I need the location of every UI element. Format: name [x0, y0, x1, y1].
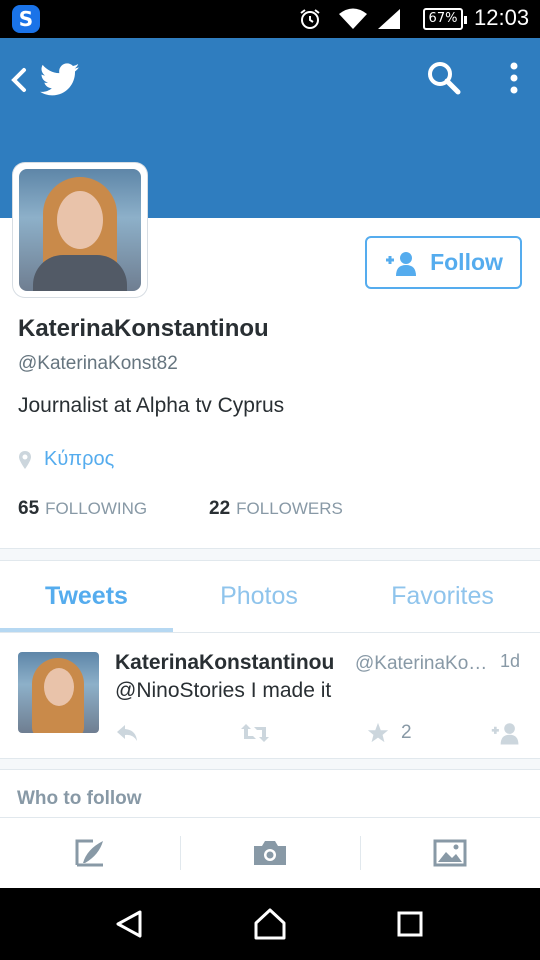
tweet-item[interactable]: KaterinaKonstantinou @KaterinaKonst82 1d… — [0, 634, 540, 759]
signal-icon — [378, 9, 400, 29]
wifi-icon — [339, 8, 367, 29]
reply-button[interactable] — [115, 720, 139, 746]
reply-icon — [117, 725, 137, 741]
retweet-button[interactable] — [240, 720, 270, 746]
more-options-button[interactable] — [498, 60, 530, 104]
tab-photos[interactable]: Photos — [173, 561, 345, 632]
system-nav-bar — [0, 888, 540, 960]
profile-avatar[interactable] — [13, 163, 147, 297]
square-recents-icon — [397, 911, 423, 937]
follow-author-button[interactable] — [490, 720, 522, 746]
following-label: FOLLOWING — [45, 499, 148, 518]
camera-icon — [254, 841, 286, 865]
retweet-icon — [241, 724, 269, 742]
back-button[interactable] — [8, 58, 88, 102]
gallery-button[interactable] — [360, 818, 540, 888]
add-user-icon — [491, 723, 519, 745]
tweet-timestamp: 1d — [500, 651, 521, 671]
nav-back-button[interactable] — [100, 894, 160, 954]
alarm-icon — [300, 9, 320, 29]
favorite-count: 2 — [401, 722, 412, 743]
status-clock: 12:03 — [474, 5, 530, 30]
followers-label: FOLLOWERS — [236, 499, 343, 518]
image-icon — [433, 839, 467, 867]
star-icon — [367, 722, 389, 743]
tab-favorites[interactable]: Favorites — [345, 561, 540, 632]
nav-recents-button[interactable] — [380, 894, 440, 954]
compose-tweet-button[interactable] — [0, 818, 180, 888]
twitter-bird-icon — [40, 63, 80, 96]
follow-button-label: Follow — [430, 249, 503, 275]
tweet-author-handle: @KaterinaKonst82 — [355, 653, 491, 674]
avatar — [19, 169, 141, 291]
triangle-back-icon — [116, 910, 142, 938]
followers-stat[interactable]: 22 FOLLOWERS — [209, 498, 343, 520]
profile-name: KaterinaKonstantinou — [18, 315, 269, 342]
who-to-follow-heading: Who to follow — [17, 788, 142, 809]
tweet-author-name: KaterinaKonstantinou — [115, 651, 335, 674]
location-label: Κύπρος — [44, 448, 115, 470]
location-pin-icon — [19, 450, 31, 469]
search-icon — [428, 62, 461, 95]
profile-handle: @KaterinaKonst82 — [18, 353, 178, 374]
tab-tweets[interactable]: Tweets — [0, 561, 173, 632]
section-divider — [0, 548, 540, 561]
app-notification-icon: S — [12, 5, 40, 33]
profile-bio: Journalist at Alpha tv Cyprus — [18, 394, 285, 417]
battery-indicator: 67% — [423, 8, 467, 30]
home-icon — [254, 908, 286, 940]
chevron-left-icon — [11, 68, 26, 92]
add-user-icon — [386, 251, 417, 276]
tweet-avatar[interactable] — [18, 652, 99, 733]
camera-button[interactable] — [180, 818, 360, 888]
section-divider — [0, 759, 540, 770]
more-vert-icon — [510, 62, 518, 94]
profile-location[interactable]: Κύπρος — [18, 448, 114, 471]
compose-icon — [75, 839, 103, 867]
favorite-button[interactable]: 2 — [367, 720, 412, 746]
following-count: 65 — [18, 498, 40, 519]
tweet-text: @NinoStories I made it — [115, 679, 332, 702]
compose-bar — [0, 817, 540, 888]
follow-button[interactable]: Follow — [365, 236, 522, 289]
status-bar: S 67% 12:03 — [0, 0, 540, 38]
profile-stats: 65 FOLLOWING 22 FOLLOWERS — [18, 498, 343, 520]
profile-tabs: Tweets Photos Favorites — [0, 561, 540, 633]
followers-count: 22 — [209, 498, 231, 519]
nav-home-button[interactable] — [240, 894, 300, 954]
following-stat[interactable]: 65 FOLLOWING — [18, 498, 209, 520]
search-button[interactable] — [426, 60, 470, 104]
